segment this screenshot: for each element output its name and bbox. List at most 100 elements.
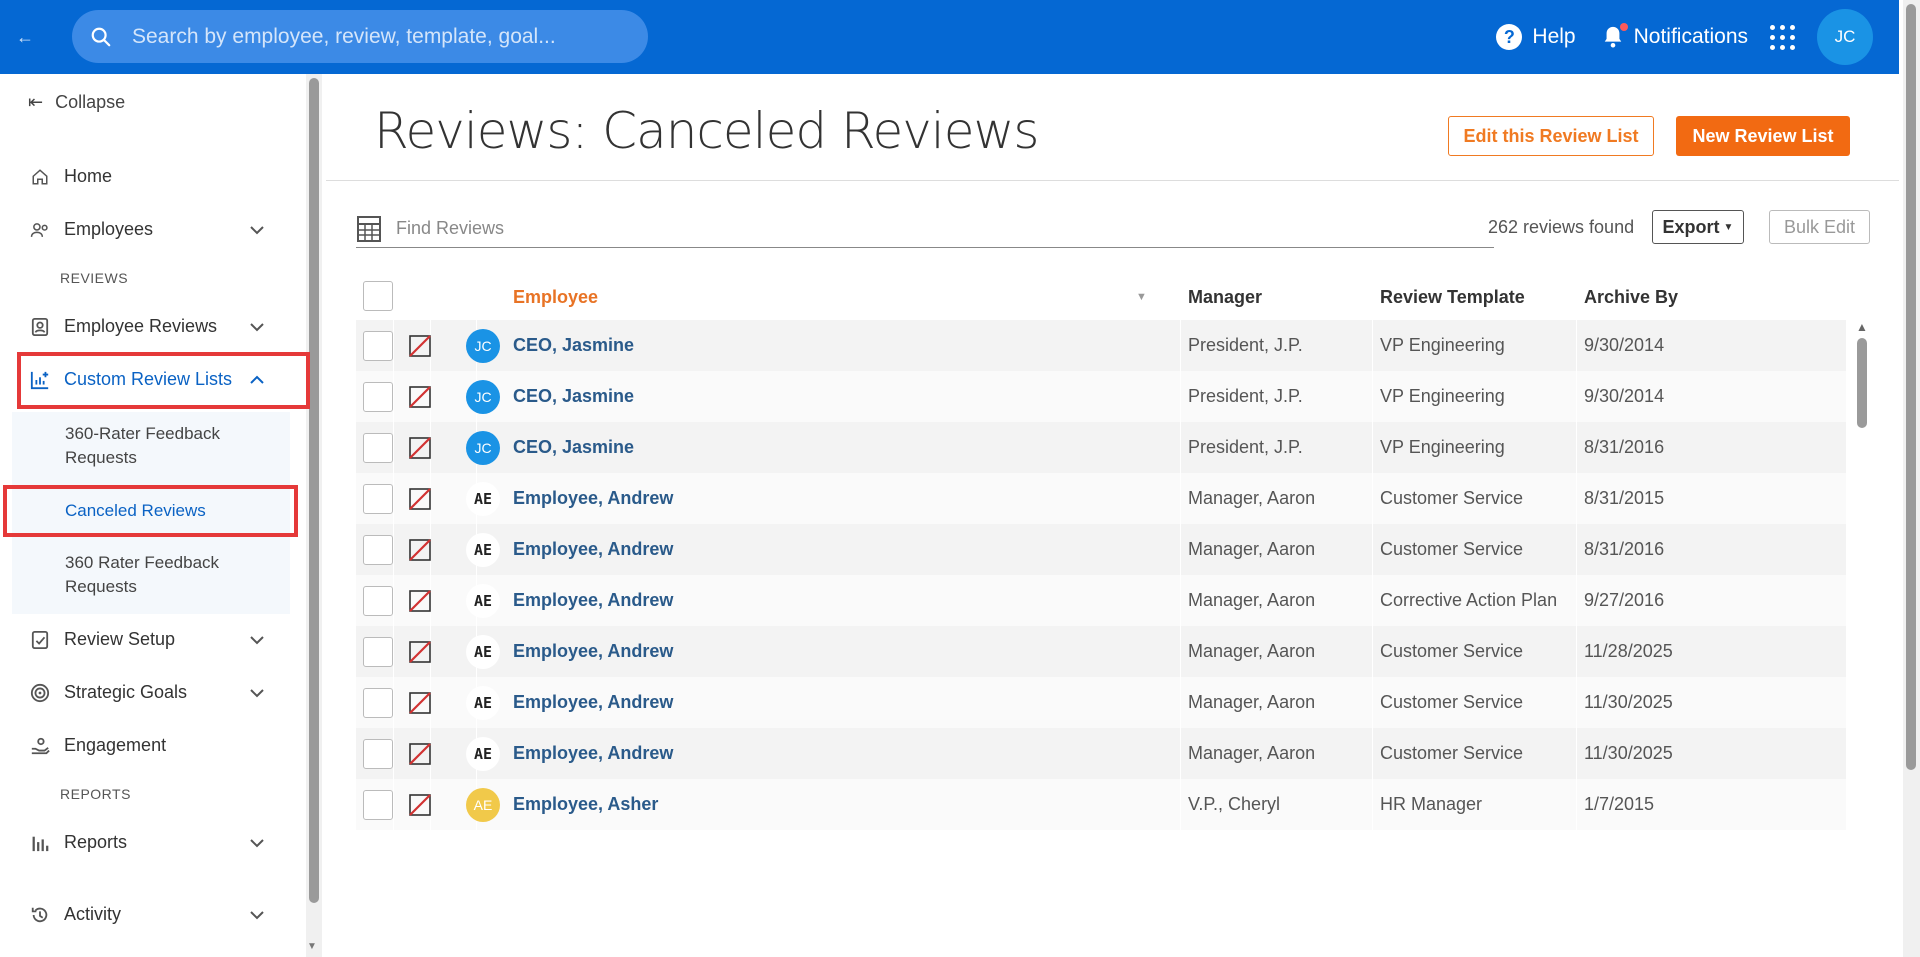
employee-avatar: AE xyxy=(466,686,500,720)
column-header-employee[interactable]: Employee xyxy=(513,287,598,308)
sort-desc-icon[interactable]: ▼ xyxy=(1136,291,1147,303)
column-divider xyxy=(1372,779,1373,830)
back-arrow-icon[interactable]: ← xyxy=(0,0,50,74)
sidebar-item-activity[interactable]: Activity xyxy=(30,904,270,925)
table-row[interactable]: AE Employee, Andrew Manager, Aaron Correcti… xyxy=(356,575,1846,626)
row-checkbox[interactable] xyxy=(363,637,393,667)
row-checkbox[interactable] xyxy=(363,535,393,565)
column-divider xyxy=(1576,728,1577,779)
sidebar-item-reports[interactable]: Reports xyxy=(30,832,270,853)
employee-link[interactable]: Employee, Asher xyxy=(513,794,658,815)
manager-cell: Manager, Aaron xyxy=(1188,539,1316,559)
find-reviews-field[interactable]: Find Reviews xyxy=(356,210,1494,248)
apps-grid-icon[interactable] xyxy=(1770,24,1795,50)
sidebar-scroll-thumb[interactable] xyxy=(309,78,319,903)
edit-review-list-button[interactable]: Edit this Review List xyxy=(1448,116,1654,156)
canceled-review-icon[interactable] xyxy=(408,742,432,766)
column-divider xyxy=(1180,779,1181,830)
archive-by-cell: 9/30/2014 xyxy=(1584,335,1665,355)
target-icon xyxy=(30,683,50,703)
canceled-review-icon[interactable] xyxy=(408,436,432,460)
canceled-review-icon[interactable] xyxy=(408,487,432,511)
row-checkbox[interactable] xyxy=(363,484,393,514)
section-label-reports: REPORTS xyxy=(60,786,131,802)
employee-link[interactable]: CEO, Jasmine xyxy=(513,386,634,407)
notifications-button[interactable]: Notifications xyxy=(1602,23,1748,49)
badge-icon xyxy=(30,317,50,337)
table-row[interactable]: AE Employee, Asher V.P., Cheryl HR Manager 1… xyxy=(356,779,1846,830)
column-header-review-template[interactable]: Review Template xyxy=(1380,287,1525,308)
collapse-button[interactable]: ⇤ Collapse xyxy=(28,92,125,113)
table-scroll-thumb[interactable] xyxy=(1857,338,1867,428)
canceled-review-icon[interactable] xyxy=(408,691,432,715)
template-cell: Customer Service xyxy=(1380,539,1524,559)
export-button[interactable]: Export ▼ xyxy=(1652,210,1744,244)
row-checkbox[interactable] xyxy=(363,790,393,820)
canceled-review-icon[interactable] xyxy=(408,538,432,562)
canceled-review-icon[interactable] xyxy=(408,640,432,664)
table-row[interactable]: JC CEO, Jasmine President, J.P. VP Engineer… xyxy=(356,371,1846,422)
canceled-review-icon[interactable] xyxy=(408,334,432,358)
row-checkbox[interactable] xyxy=(363,433,393,463)
sidebar-item-home[interactable]: Home xyxy=(30,166,270,187)
table-row[interactable]: AE Employee, Andrew Manager, Aaron Customer… xyxy=(356,728,1846,779)
sidebar-item-employees[interactable]: Employees xyxy=(30,219,270,240)
table-row[interactable]: JC CEO, Jasmine President, J.P. VP Engineer… xyxy=(356,422,1846,473)
sidebar-item-employee-reviews[interactable]: Employee Reviews xyxy=(30,316,270,337)
employee-link[interactable]: CEO, Jasmine xyxy=(513,335,634,356)
select-all-checkbox[interactable] xyxy=(363,281,393,311)
column-header-archive-by[interactable]: Archive By xyxy=(1584,287,1678,308)
submenu-item-360-rater[interactable]: 360-Rater Feedback Requests xyxy=(65,422,265,470)
column-divider xyxy=(393,626,394,677)
find-reviews-input[interactable]: Find Reviews xyxy=(396,218,504,239)
employee-link[interactable]: CEO, Jasmine xyxy=(513,437,634,458)
column-divider xyxy=(1180,320,1181,371)
chevron-down-icon xyxy=(250,316,264,337)
column-divider xyxy=(1576,473,1577,524)
sidebar-item-review-setup[interactable]: Review Setup xyxy=(30,629,270,650)
archive-by-cell: 9/30/2014 xyxy=(1584,386,1665,406)
column-divider xyxy=(393,575,394,626)
canceled-review-icon[interactable] xyxy=(408,793,432,817)
scroll-down-arrow-icon[interactable]: ▼ xyxy=(307,941,317,952)
row-checkbox[interactable] xyxy=(363,739,393,769)
help-button[interactable]: ? Help xyxy=(1496,24,1576,50)
chevron-down-icon xyxy=(250,219,264,240)
table-row[interactable]: JC CEO, Jasmine President, J.P. VP Engineer… xyxy=(356,320,1846,371)
table-row[interactable]: AE Employee, Andrew Manager, Aaron Customer… xyxy=(356,626,1846,677)
employee-link[interactable]: Employee, Andrew xyxy=(513,743,673,764)
archive-by-cell: 11/30/2025 xyxy=(1584,743,1673,763)
new-review-list-button[interactable]: New Review List xyxy=(1676,116,1850,156)
employee-link[interactable]: Employee, Andrew xyxy=(513,488,673,509)
user-avatar[interactable]: JC xyxy=(1817,9,1873,65)
manager-cell: Manager, Aaron xyxy=(1188,590,1316,610)
table-row[interactable]: AE Employee, Andrew Manager, Aaron Customer… xyxy=(356,677,1846,728)
table-scrollbar[interactable]: ▲ xyxy=(1854,320,1870,957)
employee-link[interactable]: Employee, Andrew xyxy=(513,692,673,713)
bulk-edit-button[interactable]: Bulk Edit xyxy=(1769,210,1870,244)
sidebar-item-strategic-goals[interactable]: Strategic Goals xyxy=(30,682,270,703)
row-checkbox[interactable] xyxy=(363,688,393,718)
notifications-label: Notifications xyxy=(1633,25,1748,48)
scroll-up-arrow-icon[interactable]: ▲ xyxy=(1856,320,1868,334)
column-divider xyxy=(1576,677,1577,728)
canceled-review-icon[interactable] xyxy=(408,385,432,409)
row-checkbox[interactable] xyxy=(363,382,393,412)
submenu-item-360-rater-2[interactable]: 360 Rater Feedback Requests xyxy=(65,551,265,599)
help-label: Help xyxy=(1532,25,1576,48)
page-scroll-thumb[interactable] xyxy=(1906,4,1916,770)
sidebar-item-label: Engagement xyxy=(64,735,167,755)
employee-link[interactable]: Employee, Andrew xyxy=(513,590,673,611)
global-search[interactable]: Search by employee, review, template, go… xyxy=(72,10,648,63)
table-row[interactable]: AE Employee, Andrew Manager, Aaron Customer… xyxy=(356,524,1846,575)
row-checkbox[interactable] xyxy=(363,331,393,361)
employee-link[interactable]: Employee, Andrew xyxy=(513,641,673,662)
sidebar-item-engagement[interactable]: Engagement xyxy=(30,735,270,756)
table-row[interactable]: AE Employee, Andrew Manager, Aaron Customer… xyxy=(356,473,1846,524)
employee-link[interactable]: Employee, Andrew xyxy=(513,539,673,560)
column-divider xyxy=(1372,728,1373,779)
row-checkbox[interactable] xyxy=(363,586,393,616)
column-header-manager[interactable]: Manager xyxy=(1188,287,1262,308)
search-input[interactable]: Search by employee, review, template, go… xyxy=(132,25,556,49)
canceled-review-icon[interactable] xyxy=(408,589,432,613)
